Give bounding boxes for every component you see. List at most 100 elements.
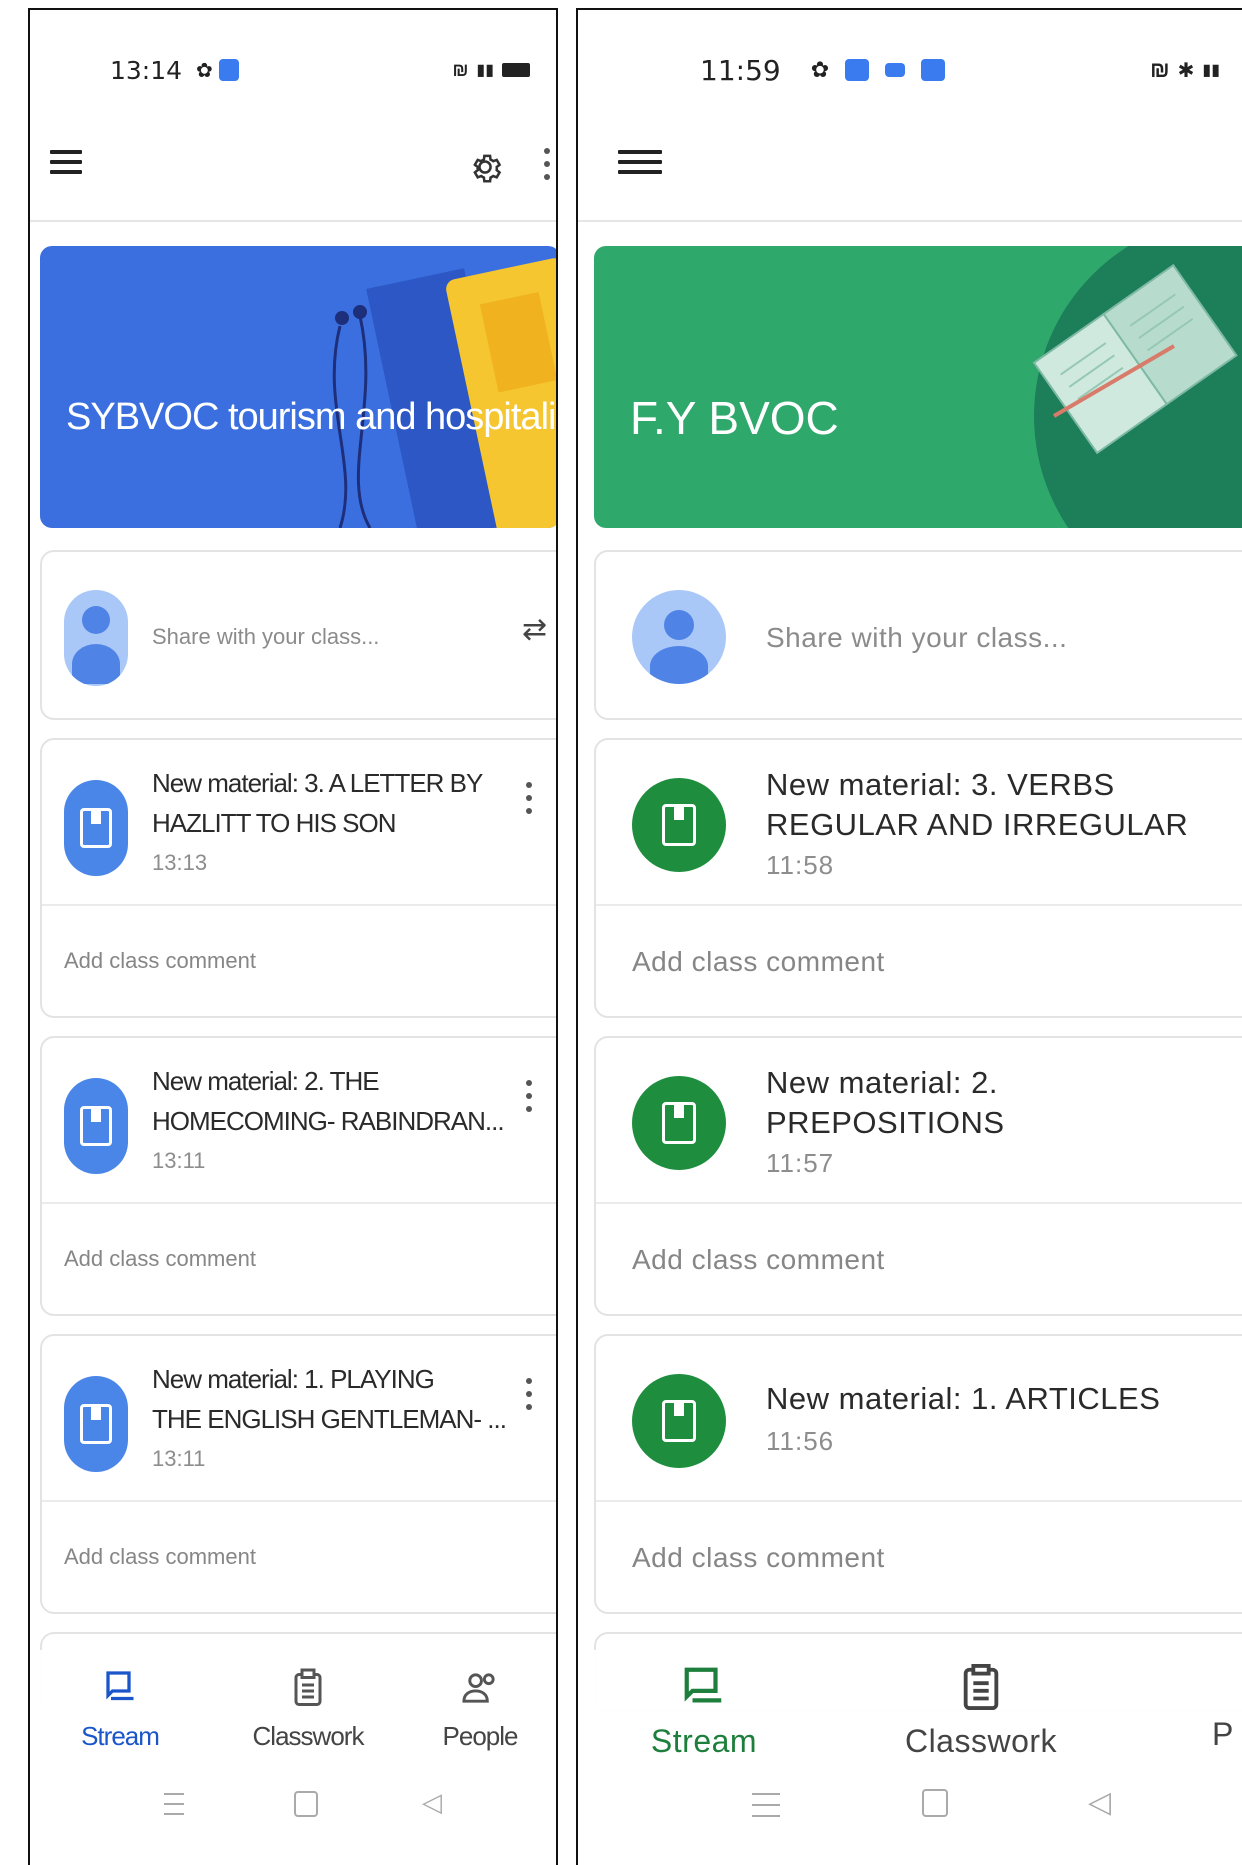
settings-gear-icon[interactable] <box>466 148 504 186</box>
add-comment-link[interactable]: Add class comment <box>64 1544 256 1570</box>
app-notification-icon <box>845 59 870 81</box>
share-card[interactable]: Share with your class... ⇄ <box>40 550 556 720</box>
post-title-line2: HAZLITT TO HIS SON <box>152 808 396 838</box>
post-overflow-icon[interactable] <box>526 1080 534 1119</box>
status-bar: 11:59 ✿ ₪ ✱ ▮▮ <box>700 50 1240 90</box>
app-bar <box>578 120 1242 222</box>
repost-icon[interactable]: ⇄ <box>522 612 547 647</box>
post-card-2[interactable]: New material: 2. THE HOMECOMING- RABINDR… <box>40 1036 556 1316</box>
post-title-line1: New material: 3. VERBS <box>766 767 1115 802</box>
material-icon <box>64 780 128 876</box>
status-time: 11:59 <box>700 53 781 87</box>
menu-icon[interactable] <box>50 150 82 174</box>
class-title: F.Y BVOC <box>630 392 839 444</box>
nav-classwork-label: Classwork <box>252 1721 365 1751</box>
post-time: 13:11 <box>152 1446 206 1471</box>
share-card[interactable]: Share with your class... <box>594 550 1242 720</box>
recents-icon[interactable] <box>164 1793 184 1815</box>
nav-people[interactable]: People <box>430 1668 530 1752</box>
home-icon[interactable] <box>922 1789 948 1817</box>
nav-people[interactable]: P <box>1212 1716 1242 1753</box>
status-time: 13:14 <box>110 55 183 85</box>
stream-icon <box>106 1671 134 1701</box>
class-title: SYBVOC tourism and hospitali... <box>66 396 558 438</box>
post-card-3[interactable]: New material: 1. ARTICLES 11:56 Add clas… <box>594 1334 1242 1614</box>
overflow-menu-icon[interactable] <box>544 148 552 187</box>
stream-icon <box>684 1667 722 1703</box>
nav-stream-label: Stream <box>81 1721 160 1751</box>
post-card-3[interactable]: New material: 1. PLAYING THE ENGLISH GEN… <box>40 1334 556 1614</box>
class-banner[interactable]: SYBVOC tourism and hospitali... <box>40 246 558 528</box>
nfc-icon: ₪ <box>452 59 469 80</box>
post-overflow-icon[interactable] <box>526 1378 534 1417</box>
material-icon <box>632 1374 726 1468</box>
banner-illustration <box>1032 246 1242 528</box>
video-notification-icon <box>885 63 906 77</box>
system-navigation: ◁ <box>578 1765 1242 1865</box>
material-icon <box>64 1078 128 1174</box>
post-time: 13:13 <box>152 850 208 875</box>
material-icon <box>64 1376 128 1472</box>
status-right-icons: ₪ ▮▮ <box>452 60 530 81</box>
menu-icon[interactable] <box>618 150 662 174</box>
nav-classwork[interactable]: Classwork <box>896 1664 1066 1760</box>
post-time: 11:58 <box>766 850 835 880</box>
bluetooth-notification-icon <box>921 59 946 81</box>
settings-status-icon: ✿ <box>810 57 830 82</box>
battery-icon <box>502 63 530 77</box>
back-icon[interactable]: ◁ <box>1088 1785 1111 1820</box>
avatar <box>64 590 128 686</box>
nav-people-label: People <box>442 1721 519 1751</box>
people-icon <box>462 1673 495 1703</box>
material-icon <box>632 1076 726 1170</box>
settings-status-icon: ✿ <box>196 59 213 82</box>
share-placeholder[interactable]: Share with your class... <box>152 624 379 650</box>
post-title-line1: New material: 3. A LETTER BY <box>152 768 483 798</box>
post-title-line1: New material: 1. ARTICLES <box>766 1381 1161 1416</box>
right-screenshot: 11:59 ✿ ₪ ✱ ▮▮ F.Y BVOC Share with your … <box>576 8 1242 1865</box>
class-banner[interactable]: F.Y BVOC <box>594 246 1242 528</box>
post-card-1[interactable]: New material: 3. VERBS REGULAR AND IRREG… <box>594 738 1242 1018</box>
nav-classwork[interactable]: Classwork <box>248 1668 368 1752</box>
nfc-icon: ₪ <box>1150 57 1170 82</box>
classwork-icon <box>963 1664 999 1710</box>
add-comment-link[interactable]: Add class comment <box>64 1246 256 1272</box>
post-time: 11:56 <box>766 1426 835 1456</box>
post-title-line2: HOMECOMING- RABINDRAN... <box>152 1106 505 1136</box>
post-time: 11:57 <box>766 1148 835 1178</box>
post-card-2[interactable]: New material: 2. PREPOSITIONS 11:57 Add … <box>594 1036 1242 1316</box>
banner-illustration <box>332 258 556 528</box>
nav-stream[interactable]: Stream <box>70 1668 170 1752</box>
bluetooth-icon: ✱ <box>1177 59 1195 82</box>
signal-icon: ▮▮ <box>1202 62 1220 79</box>
add-comment-link[interactable]: Add class comment <box>632 1542 885 1574</box>
material-icon <box>632 778 726 872</box>
post-title-line2: THE ENGLISH GENTLEMAN- ... <box>152 1404 507 1434</box>
add-comment-link[interactable]: Add class comment <box>632 1244 885 1276</box>
post-title-line1: New material: 2. THE <box>152 1066 380 1096</box>
share-placeholder[interactable]: Share with your class... <box>766 622 1067 654</box>
app-bar <box>30 120 556 222</box>
post-card-1[interactable]: New material: 3. A LETTER BY HAZLITT TO … <box>40 738 556 1018</box>
post-time: 13:11 <box>152 1148 206 1173</box>
home-icon[interactable] <box>294 1791 318 1817</box>
nav-stream-label: Stream <box>650 1723 758 1759</box>
status-bar: 13:14 ✿ ₪ ▮▮ <box>110 50 530 90</box>
post-overflow-icon[interactable] <box>526 782 534 821</box>
post-title-line1: New material: 1. PLAYING <box>152 1364 435 1394</box>
app-notification-icon <box>218 59 239 81</box>
nav-people-label: P <box>1212 1716 1234 1752</box>
avatar <box>632 590 726 684</box>
status-right-icons: ₪ ✱ ▮▮ <box>1150 57 1220 83</box>
post-title-line2: PREPOSITIONS <box>766 1105 1005 1140</box>
back-icon[interactable]: ◁ <box>422 1787 442 1818</box>
nav-classwork-label: Classwork <box>904 1723 1058 1759</box>
nav-stream[interactable]: Stream <box>644 1664 764 1760</box>
system-navigation: ◁ <box>30 1765 556 1865</box>
add-comment-link[interactable]: Add class comment <box>632 946 885 978</box>
add-comment-link[interactable]: Add class comment <box>64 948 256 974</box>
classwork-icon <box>294 1668 322 1706</box>
recents-icon[interactable] <box>752 1793 780 1817</box>
post-title-line1: New material: 2. <box>766 1065 998 1100</box>
left-screenshot: 13:14 ✿ ₪ ▮▮ SYBVOC tourism and hospital… <box>28 8 558 1865</box>
